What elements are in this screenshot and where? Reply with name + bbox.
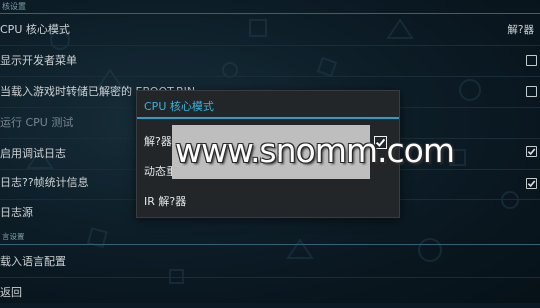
- dialog-title-divider: [137, 117, 399, 119]
- dialog-title: CPU 核心模式: [144, 100, 214, 113]
- dialog-option-ir-interpreter[interactable]: IR 解?器: [137, 187, 399, 217]
- watermark: www.snomm.com: [172, 125, 455, 179]
- watermark-text: www.snomm.com: [175, 131, 455, 170]
- option-label: 解?器: [144, 135, 172, 148]
- option-label: IR 解?器: [144, 195, 187, 208]
